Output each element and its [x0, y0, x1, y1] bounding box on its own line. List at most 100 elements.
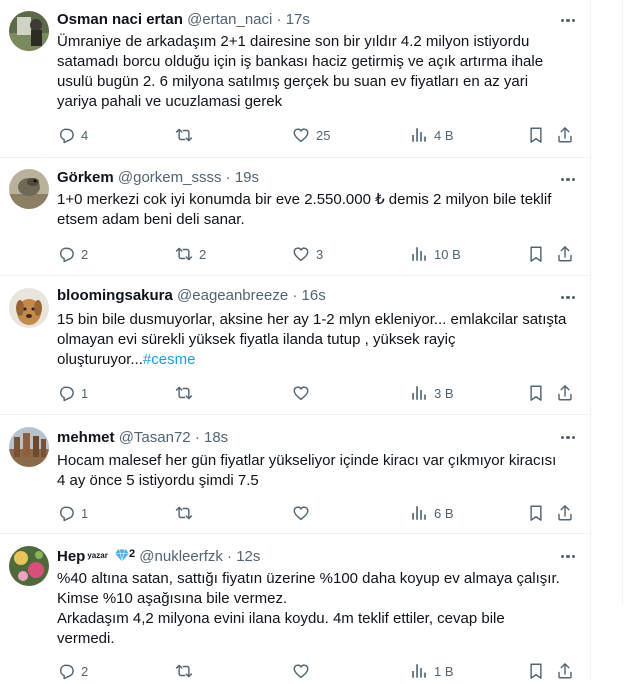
tweet-actions: 1 3 B [57, 383, 582, 403]
like-icon [292, 245, 310, 263]
separator: · [227, 548, 233, 565]
timestamp[interactable]: 19s [235, 169, 259, 186]
avatar[interactable] [9, 546, 49, 586]
timeline: Osman naci ertan @ertan_naci · 17s Ümran… [0, 0, 591, 680]
user-handle[interactable]: @ertan_naci [187, 11, 272, 28]
views-button[interactable]: 1 B [410, 661, 454, 681]
user-handle[interactable]: @gorkem_ssss [118, 169, 222, 186]
view-count: 10 B [434, 246, 461, 262]
reply-button[interactable]: 1 [57, 503, 88, 523]
timestamp[interactable]: 16s [302, 287, 326, 304]
avatar[interactable] [9, 288, 49, 328]
more-icon[interactable] [561, 555, 575, 559]
tweet-text: Hocam malesef her gün fiyatlar yükseliyo… [57, 452, 557, 489]
share-icon [556, 504, 574, 522]
tweet-body: 15 bin bile dusmuyorlar, aksine her ay 1… [57, 311, 567, 368]
like-count: 3 [316, 246, 324, 262]
tweet[interactable]: Görkem @gorkem_ssss · 19s 1+0 merkezi co… [0, 158, 590, 276]
user-name[interactable]: mehmet [57, 429, 115, 446]
avatar[interactable] [9, 427, 49, 467]
tweet-actions: 4 25 4 B [57, 125, 582, 145]
sidebar-edge [622, 0, 627, 605]
share-icon [556, 245, 574, 263]
bookmark-button[interactable] [527, 661, 545, 681]
like-icon [292, 504, 310, 522]
bookmark-button[interactable] [527, 383, 545, 403]
tweet-text: Ümraniye de arkadaşım 2+1 dairesine son … [57, 33, 544, 110]
reply-count: 2 [81, 663, 89, 679]
user-name[interactable]: Görkem [57, 169, 114, 186]
like-button[interactable] [292, 661, 316, 681]
views-button[interactable]: 6 B [410, 503, 454, 523]
views-button[interactable]: 4 B [410, 125, 454, 145]
separator: · [225, 169, 231, 186]
timestamp[interactable]: 18s [204, 429, 228, 446]
reply-icon [57, 662, 75, 680]
retweet-count: 2 [199, 246, 207, 262]
like-button[interactable] [292, 383, 316, 403]
retweet-button[interactable]: 2 [175, 244, 206, 264]
reply-button[interactable]: 2 [57, 244, 88, 264]
like-icon [292, 384, 310, 402]
timestamp[interactable]: 17s [286, 11, 310, 28]
retweet-button[interactable] [175, 125, 199, 145]
more-icon[interactable] [561, 436, 575, 440]
like-button[interactable]: 3 [292, 244, 323, 264]
retweet-button[interactable] [175, 383, 199, 403]
tweet-header: Hep yazar 2 @nukleerfzk · 12s [57, 546, 260, 568]
tweet[interactable]: Osman naci ertan @ertan_naci · 17s Ümran… [0, 0, 590, 158]
bookmark-button[interactable] [527, 244, 545, 264]
share-button[interactable] [556, 661, 574, 681]
retweet-icon [175, 126, 193, 144]
avatar[interactable] [9, 11, 49, 51]
more-icon[interactable] [561, 296, 575, 300]
reply-icon [57, 126, 75, 144]
user-handle[interactable]: @nukleerfzk [139, 548, 223, 565]
views-button[interactable]: 3 B [410, 383, 454, 403]
tweet-actions: 2 2 3 10 B [57, 244, 582, 264]
share-button[interactable] [556, 383, 574, 403]
share-button[interactable] [556, 503, 574, 523]
hashtag-link[interactable]: #cesme [143, 351, 196, 368]
reply-button[interactable]: 2 [57, 661, 88, 681]
retweet-button[interactable] [175, 503, 199, 523]
tweet[interactable]: bloomingsakura @eageanbreeze · 16s 15 bi… [0, 276, 590, 415]
more-icon[interactable] [561, 178, 575, 182]
reply-count: 2 [81, 246, 89, 262]
reply-count: 1 [81, 505, 89, 521]
reply-button[interactable]: 4 [57, 125, 88, 145]
views-button[interactable]: 10 B [410, 244, 461, 264]
retweet-button[interactable] [175, 661, 199, 681]
views-icon [410, 504, 428, 522]
user-handle[interactable]: @eageanbreeze [177, 287, 288, 304]
share-button[interactable] [556, 244, 574, 264]
bookmark-button[interactable] [527, 125, 545, 145]
user-name[interactable]: bloomingsakura [57, 287, 173, 304]
share-button[interactable] [556, 125, 574, 145]
tweet[interactable]: Hep yazar 2 @nukleerfzk · 12s %40 altına … [0, 534, 590, 684]
tweet[interactable]: mehmet @Tasan72 · 18s Hocam malesef her … [0, 415, 590, 534]
bookmark-icon [527, 384, 545, 402]
views-icon [410, 126, 428, 144]
reply-icon [57, 504, 75, 522]
timestamp[interactable]: 12s [236, 548, 260, 565]
retweet-icon [175, 504, 193, 522]
retweet-icon [175, 245, 193, 263]
more-icon[interactable] [561, 19, 575, 23]
separator: · [194, 429, 200, 446]
avatar[interactable] [9, 169, 49, 209]
user-handle[interactable]: @Tasan72 [119, 429, 191, 446]
like-icon [292, 662, 310, 680]
share-icon [556, 662, 574, 680]
user-name[interactable]: Hep [57, 548, 85, 565]
bookmark-button[interactable] [527, 503, 545, 523]
views-icon [410, 384, 428, 402]
diamond-icon [115, 549, 129, 562]
user-name[interactable]: Osman naci ertan [57, 11, 183, 28]
like-button[interactable]: 25 [292, 125, 330, 145]
tweet-actions: 2 1 B [57, 661, 582, 681]
reply-button[interactable]: 1 [57, 383, 88, 403]
user-badge: yazar [87, 551, 108, 560]
like-button[interactable] [292, 503, 316, 523]
reply-icon [57, 384, 75, 402]
